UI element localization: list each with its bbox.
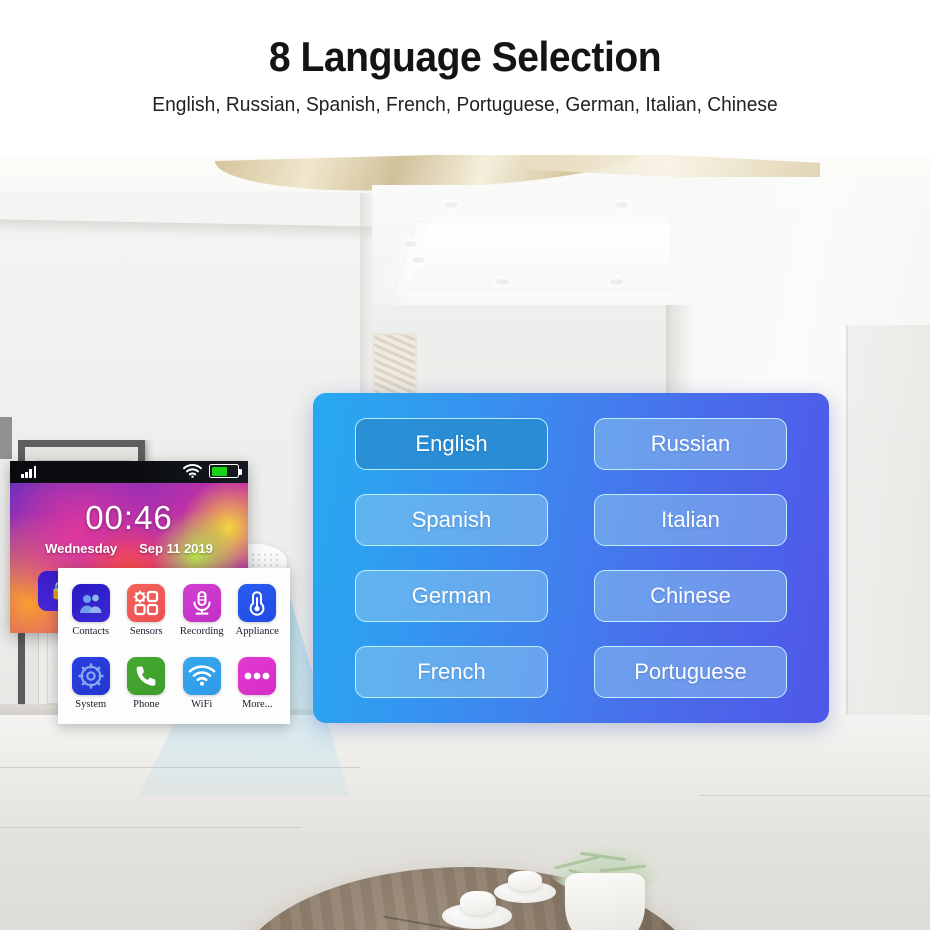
contacts-icon[interactable] <box>71 584 110 622</box>
thermostat-icon[interactable] <box>238 584 277 622</box>
app-item-appliance[interactable]: Appliance <box>230 574 286 647</box>
floor-tile-line <box>0 827 300 828</box>
tablet-date: Sep 11 2019 <box>139 541 213 556</box>
spot-light <box>412 257 425 263</box>
app-label: Recording <box>179 626 224 637</box>
sensors-icon[interactable] <box>127 584 166 622</box>
tablet-status-bar <box>10 461 248 483</box>
app-label: Appliance <box>235 626 279 637</box>
app-item-more[interactable]: More... <box>230 647 286 720</box>
language-button-russian[interactable]: Russian <box>594 418 787 470</box>
app-label: Phone <box>133 699 160 710</box>
header-banner: 8 Language Selection English, Russian, S… <box>0 0 930 155</box>
spot-light <box>445 202 458 208</box>
floor-tile-line <box>700 795 930 796</box>
spot-light <box>615 202 628 208</box>
phone-icon[interactable] <box>127 657 166 695</box>
microphone-icon[interactable] <box>182 584 221 622</box>
language-selection-panel[interactable]: English Russian Spanish Italian German C… <box>313 393 829 723</box>
coffee-cup <box>460 891 496 915</box>
app-label: Contacts <box>72 626 110 637</box>
app-item-system[interactable]: System <box>63 647 119 720</box>
battery-icon <box>209 464 242 478</box>
language-button-spanish[interactable]: Spanish <box>355 494 548 546</box>
app-label: More... <box>241 699 273 710</box>
ceiling-light-panel <box>406 226 710 293</box>
coffee-cup <box>508 871 542 891</box>
app-label: System <box>75 699 107 710</box>
wifi-icon[interactable] <box>182 657 221 695</box>
signal-bars-icon <box>21 466 37 478</box>
language-button-english[interactable]: English <box>355 418 548 470</box>
page-subtitle: English, Russian, Spanish, French, Portu… <box>152 94 778 116</box>
app-item-recording[interactable]: Recording <box>174 574 230 647</box>
page-title: 8 Language Selection <box>268 33 662 80</box>
language-button-portuguese[interactable]: Portuguese <box>594 646 787 698</box>
tablet-clock-time: 00:46 <box>85 499 173 536</box>
app-label: Sensors <box>129 626 163 637</box>
plant-pot <box>565 873 645 930</box>
ellipsis-icon[interactable] <box>238 657 277 695</box>
language-button-french[interactable]: French <box>355 646 548 698</box>
gear-icon[interactable] <box>71 657 110 695</box>
app-item-sensors[interactable]: Sensors <box>119 574 175 647</box>
page-root: 8 Language Selection English, Russian, S… <box>0 0 930 930</box>
spot-light <box>404 241 417 247</box>
language-button-italian[interactable]: Italian <box>594 494 787 546</box>
app-item-wifi[interactable]: WiFi <box>174 647 230 720</box>
app-item-contacts[interactable]: Contacts <box>63 574 119 647</box>
app-label: WiFi <box>191 699 213 710</box>
language-button-german[interactable]: German <box>355 570 548 622</box>
tablet-app-menu[interactable]: Contacts Sensors Recording Appliance Sys… <box>58 568 290 724</box>
tablet-clock-date: Wednesday Sep 11 2019 <box>10 541 248 556</box>
wifi-icon <box>183 464 202 478</box>
hallway-door <box>846 325 930 725</box>
language-button-grid: English Russian Spanish Italian German C… <box>313 393 829 723</box>
spot-light <box>610 279 623 285</box>
app-item-phone[interactable]: Phone <box>119 647 175 720</box>
spot-light <box>496 279 509 285</box>
language-button-chinese[interactable]: Chinese <box>594 570 787 622</box>
tablet-weekday: Wednesday <box>45 541 118 556</box>
wall-plate <box>0 417 12 459</box>
